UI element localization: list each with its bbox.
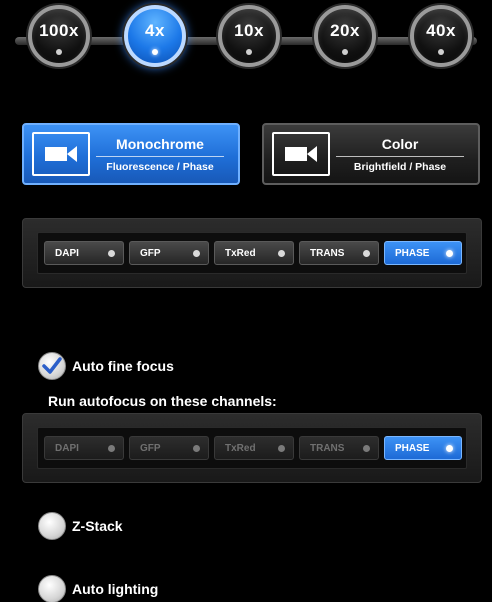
objective-indicator-dot [342,49,348,55]
autofocus-channels-label: Run autofocus on these channels: [48,393,277,409]
channel-label: DAPI [55,442,79,454]
channel-label: PHASE [395,247,430,259]
channel-dapi-button[interactable]: DAPI [44,241,124,265]
channel-indicator-dot [108,445,115,452]
channel-label: PHASE [395,442,430,454]
autofocus-channel-txred-button[interactable]: TxRed [214,436,294,460]
objective-selector: 100x 4x 10x 20x 40x [0,0,492,80]
objective-label: 20x [330,21,360,40]
radio-circle-icon [38,512,66,540]
objective-10x-button[interactable]: 10x [218,5,280,67]
channel-indicator-dot [363,250,370,257]
channel-gfp-button[interactable]: GFP [129,241,209,265]
objective-label: 4x [145,21,165,40]
objective-label: 100x [39,21,79,40]
channel-label: TRANS [310,442,345,454]
mode-title: Color [381,135,419,152]
channel-indicator-dot [193,445,200,452]
mode-subtitle: Brightfield / Phase [353,160,447,173]
camera-icon [272,132,330,176]
channel-label: DAPI [55,247,79,259]
channel-trans-button[interactable]: TRANS [299,241,379,265]
objective-4x-button[interactable]: 4x [124,5,186,67]
channel-bar: DAPI GFP TxRed TRANS PHASE [37,232,467,274]
channel-indicator-dot [278,250,285,257]
objective-20x-button[interactable]: 20x [314,5,376,67]
mode-subtitle: Fluorescence / Phase [106,160,214,173]
channel-indicator-dot [193,250,200,257]
objective-indicator-dot [438,49,444,55]
auto-lighting-label: Auto lighting [72,581,159,597]
channel-label: TRANS [310,247,345,259]
channel-phase-button[interactable]: PHASE [384,241,462,265]
radio-circle-icon [38,575,66,602]
mode-title: Monochrome [116,135,204,152]
auto-fine-focus-label: Auto fine focus [72,358,174,374]
auto-lighting-checkbox[interactable]: Auto lighting [38,575,158,602]
objective-indicator-dot [246,49,252,55]
objective-40x-button[interactable]: 40x [410,5,472,67]
objective-indicator-dot [56,49,62,55]
channel-indicator-dot [278,445,285,452]
channel-indicator-dot [108,250,115,257]
channel-label: GFP [140,247,161,259]
monochrome-mode-button[interactable]: Monochrome Fluorescence / Phase [22,123,240,185]
auto-fine-focus-checkbox[interactable]: Auto fine focus [38,352,174,380]
objective-label: 10x [234,21,264,40]
color-mode-button[interactable]: Color Brightfield / Phase [262,123,480,185]
checkbox-check-icon [38,352,66,380]
z-stack-checkbox[interactable]: Z-Stack [38,512,123,540]
autofocus-channel-panel: DAPI GFP TxRed TRANS PHASE [22,413,482,483]
channel-panel: DAPI GFP TxRed TRANS PHASE [22,218,482,288]
channel-label: GFP [140,442,161,454]
autofocus-channel-phase-button[interactable]: PHASE [384,436,462,460]
channel-label: TxRed [225,247,256,259]
channel-indicator-dot [446,445,453,452]
channel-indicator-dot [446,250,453,257]
autofocus-channel-dapi-button[interactable]: DAPI [44,436,124,460]
channel-label: TxRed [225,442,256,454]
autofocus-channel-trans-button[interactable]: TRANS [299,436,379,460]
objective-indicator-dot [152,49,158,55]
channel-indicator-dot [363,445,370,452]
channel-txred-button[interactable]: TxRed [214,241,294,265]
autofocus-channel-gfp-button[interactable]: GFP [129,436,209,460]
autofocus-channel-bar: DAPI GFP TxRed TRANS PHASE [37,427,467,469]
objective-label: 40x [426,21,456,40]
z-stack-label: Z-Stack [72,518,123,534]
objective-100x-button[interactable]: 100x [28,5,90,67]
camera-icon [32,132,90,176]
